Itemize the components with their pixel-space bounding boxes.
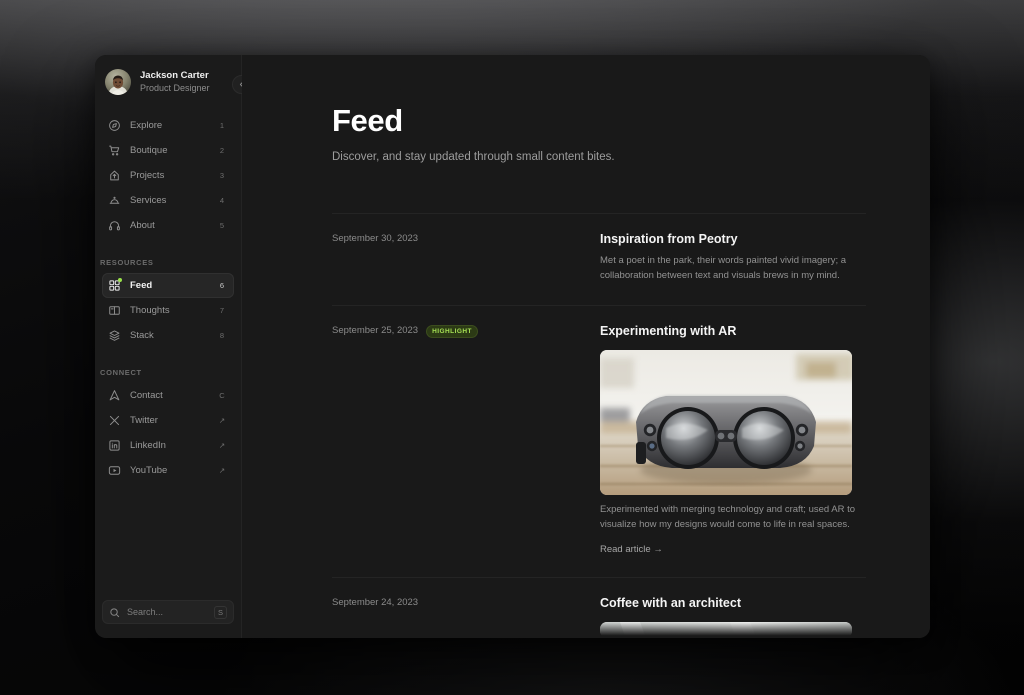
compass-icon (108, 119, 121, 132)
search-icon (109, 607, 120, 618)
sidebar-nav-resources: Feed 6 Thoughts 7 Stack 8 (95, 273, 241, 348)
sidebar-item-label: Stack (130, 330, 154, 341)
linkedin-icon (108, 439, 121, 452)
sidebar-item-label: Projects (130, 170, 165, 181)
shopping-cart-icon (108, 144, 121, 157)
external-link-icon: ↗ (218, 441, 226, 450)
layers-icon (108, 329, 121, 342)
bell-dome-icon (108, 194, 121, 207)
sidebar-item-label: YouTube (130, 465, 168, 476)
sidebar-item-label: Twitter (130, 415, 158, 426)
feed-entry-meta: September 30, 2023 (332, 232, 580, 283)
feed-entry-meta: September 24, 2023 (332, 596, 580, 638)
sidebar-item-contact[interactable]: Contact C (102, 383, 234, 408)
shortcut-key: 8 (219, 331, 225, 340)
sidebar-item-label: Explore (130, 120, 163, 131)
sidebar-item-label: LinkedIn (130, 440, 166, 451)
feed-entry-date: September 25, 2023 (332, 325, 419, 337)
main-content: Feed Discover, and stay updated through … (242, 55, 930, 638)
shortcut-key: 5 (219, 221, 225, 230)
feed-entry-body: Coffee with an architect (600, 596, 866, 638)
feed-entry-date: September 30, 2023 (332, 233, 419, 244)
search-container: Search... S (95, 600, 241, 638)
read-article-link[interactable]: Read article → (600, 544, 866, 555)
sidebar-item-feed[interactable]: Feed 6 (102, 273, 234, 298)
sidebar-item-label: Services (130, 195, 167, 206)
highlight-badge: HIGHLIGHT (426, 325, 478, 339)
shortcut-key: 1 (219, 121, 225, 130)
feed-entry-body: Experimenting with AR Experimented with … (600, 324, 866, 555)
search-input[interactable]: Search... S (102, 600, 234, 624)
shortcut-key: 6 (219, 281, 225, 290)
feed-entry-body: Inspiration from Peotry Met a poet in the… (600, 232, 866, 283)
external-link-icon: ↗ (218, 466, 226, 475)
app-window: Jackson Carter Product Designer Explore 1… (95, 55, 930, 638)
shortcut-key: 3 (219, 171, 225, 180)
sidebar-item-projects[interactable]: Projects 3 (102, 163, 234, 188)
upload-box-icon (108, 169, 121, 182)
sidebar-item-label: Thoughts (130, 305, 170, 316)
feed-entry-image[interactable] (600, 621, 852, 638)
sidebar-item-services[interactable]: Services 4 (102, 188, 234, 213)
profile-name: Jackson Carter (140, 69, 209, 81)
sidebar-item-youtube[interactable]: YouTube ↗ (102, 458, 234, 483)
shortcut-key: 2 (219, 146, 225, 155)
layout-grid-icon (108, 278, 122, 292)
feed-entry[interactable]: September 25, 2023 HIGHLIGHT Experimenting… (332, 305, 866, 576)
sidebar: Jackson Carter Product Designer Explore 1… (95, 55, 251, 638)
feed-entry[interactable]: September 30, 2023 Inspiration from Peotr… (332, 213, 866, 305)
sidebar-item-twitter[interactable]: Twitter ↗ (102, 408, 234, 433)
sidebar-item-thoughts[interactable]: Thoughts 7 (102, 298, 234, 323)
feed-entry-description: Met a poet in the park, their words pain… (600, 255, 847, 281)
section-label-resources: RESOURCES (100, 258, 154, 267)
sidebar-item-linkedin[interactable]: LinkedIn ↗ (102, 433, 234, 458)
page-subtitle: Discover, and stay updated through small… (332, 151, 615, 163)
feed-entry-date: September 24, 2023 (332, 596, 419, 608)
profile-block[interactable]: Jackson Carter Product Designer (95, 55, 241, 95)
book-open-icon (108, 304, 121, 317)
search-shortcut-key: S (214, 605, 227, 619)
feed-entry-title[interactable]: Inspiration from Peotry (600, 232, 866, 246)
section-label-connect: CONNECT (100, 368, 142, 377)
send-icon (108, 389, 121, 402)
page-title: Feed (332, 103, 403, 138)
sidebar-nav-connect: Contact C Twitter ↗ LinkedIn ↗ YouTube ↗ (95, 383, 241, 483)
sidebar-item-boutique[interactable]: Boutique 2 (102, 138, 234, 163)
sidebar-item-explore[interactable]: Explore 1 (102, 113, 234, 138)
sidebar-nav-primary: Explore 1 Boutique 2 Projects 3 Services 4 About… (95, 113, 241, 238)
shortcut-key: 7 (219, 306, 225, 315)
feed-entry[interactable]: September 24, 2023 Coffee with an archite… (332, 576, 866, 638)
profile-role: Product Designer (140, 82, 210, 93)
shortcut-key: C (219, 391, 225, 400)
headphone-icon (108, 219, 121, 232)
search-placeholder: Search... (127, 607, 164, 617)
sidebar-item-stack[interactable]: Stack 8 (102, 323, 234, 348)
x-twitter-icon (108, 414, 121, 427)
sidebar-item-about[interactable]: About 5 (102, 213, 234, 238)
feed-entry-meta: September 25, 2023 HIGHLIGHT (332, 324, 580, 554)
sidebar-item-label: Boutique (130, 145, 168, 156)
sidebar-item-label: About (130, 220, 155, 231)
feed-list: September 30, 2023 Inspiration from Peotr… (332, 213, 866, 638)
feed-entry-title[interactable]: Coffee with an architect (600, 596, 866, 610)
feed-entry-title[interactable]: Experimenting with AR (600, 324, 866, 338)
sidebar-item-label: Feed (130, 280, 153, 291)
shortcut-key: 4 (219, 196, 225, 205)
feed-entry-image[interactable] (600, 350, 852, 496)
notification-dot (118, 278, 122, 282)
feed-entry-description: Experimented with merging technology and… (600, 504, 856, 531)
external-link-icon: ↗ (218, 416, 226, 425)
youtube-icon (108, 464, 121, 477)
sidebar-item-label: Contact (130, 390, 163, 401)
avatar (105, 69, 131, 95)
